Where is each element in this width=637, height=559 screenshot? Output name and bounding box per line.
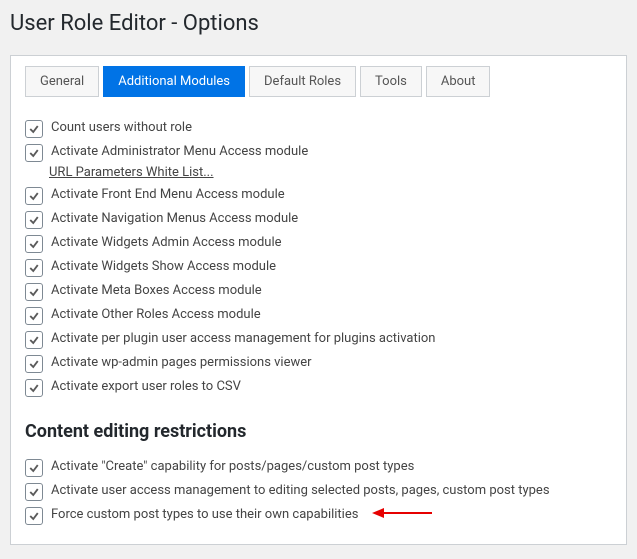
checkbox[interactable] — [25, 483, 43, 501]
option-row: Count users without role — [25, 119, 612, 138]
options-panel: General Additional Modules Default Roles… — [10, 55, 627, 545]
option-label: Activate Front End Menu Access module — [51, 186, 285, 204]
option-row: Activate per plugin user access manageme… — [25, 330, 612, 349]
option-label: Activate Widgets Admin Access module — [51, 234, 282, 252]
option-label: Activate user access management to editi… — [51, 482, 550, 500]
checkbox[interactable] — [25, 355, 43, 373]
option-label: Activate "Create" capability for posts/p… — [51, 458, 414, 476]
option-row: Activate Other Roles Access module — [25, 306, 612, 325]
checkbox[interactable] — [25, 144, 43, 162]
checkbox[interactable] — [25, 235, 43, 253]
checkbox[interactable] — [25, 283, 43, 301]
section-title-content-editing-restrictions: Content editing restrictions — [25, 421, 612, 442]
option-row: Activate wp-admin pages permissions view… — [25, 354, 612, 373]
url-parameters-white-list-link[interactable]: URL Parameters White List... — [49, 165, 214, 180]
option-label: Activate per plugin user access manageme… — [51, 330, 435, 348]
checkbox[interactable] — [25, 259, 43, 277]
option-row: Activate Widgets Show Access module — [25, 258, 612, 277]
option-row: Force custom post types to use their own… — [25, 506, 612, 525]
option-label: Activate Other Roles Access module — [51, 306, 261, 324]
tab-tools[interactable]: Tools — [360, 66, 422, 97]
option-row: Activate "Create" capability for posts/p… — [25, 458, 612, 477]
checkbox[interactable] — [25, 211, 43, 229]
option-row: Activate Administrator Menu Access modul… — [25, 143, 612, 162]
option-label: Activate wp-admin pages permissions view… — [51, 354, 312, 372]
option-label: Activate Navigation Menus Access module — [51, 210, 298, 228]
tab-additional-modules[interactable]: Additional Modules — [103, 66, 245, 97]
option-sublink: URL Parameters White List... — [49, 165, 612, 180]
option-label: Activate Administrator Menu Access modul… — [51, 143, 308, 161]
checkbox[interactable] — [25, 379, 43, 397]
option-label: Activate Meta Boxes Access module — [51, 282, 262, 300]
checkbox[interactable] — [25, 459, 43, 477]
checkbox[interactable] — [25, 307, 43, 325]
page-title: User Role Editor - Options — [10, 6, 627, 41]
tab-default-roles[interactable]: Default Roles — [249, 66, 356, 97]
checkbox[interactable] — [25, 120, 43, 138]
option-label: Activate export user roles to CSV — [51, 378, 241, 396]
option-label: Count users without role — [51, 119, 192, 137]
tab-about[interactable]: About — [426, 66, 491, 97]
checkbox[interactable] — [25, 331, 43, 349]
tabbar: General Additional Modules Default Roles… — [25, 66, 612, 97]
option-row: Activate export user roles to CSV — [25, 378, 612, 397]
option-row: Activate Widgets Admin Access module — [25, 234, 612, 253]
tab-general[interactable]: General — [25, 66, 99, 97]
option-row: Activate Navigation Menus Access module — [25, 210, 612, 229]
checkbox[interactable] — [25, 187, 43, 205]
option-row: Activate user access management to editi… — [25, 482, 612, 501]
option-label: Activate Widgets Show Access module — [51, 258, 276, 276]
option-row: Activate Meta Boxes Access module — [25, 282, 612, 301]
checkbox[interactable] — [25, 507, 43, 525]
option-label: Force custom post types to use their own… — [51, 506, 358, 524]
option-row: Activate Front End Menu Access module — [25, 186, 612, 205]
highlight-arrow-icon — [372, 506, 432, 520]
